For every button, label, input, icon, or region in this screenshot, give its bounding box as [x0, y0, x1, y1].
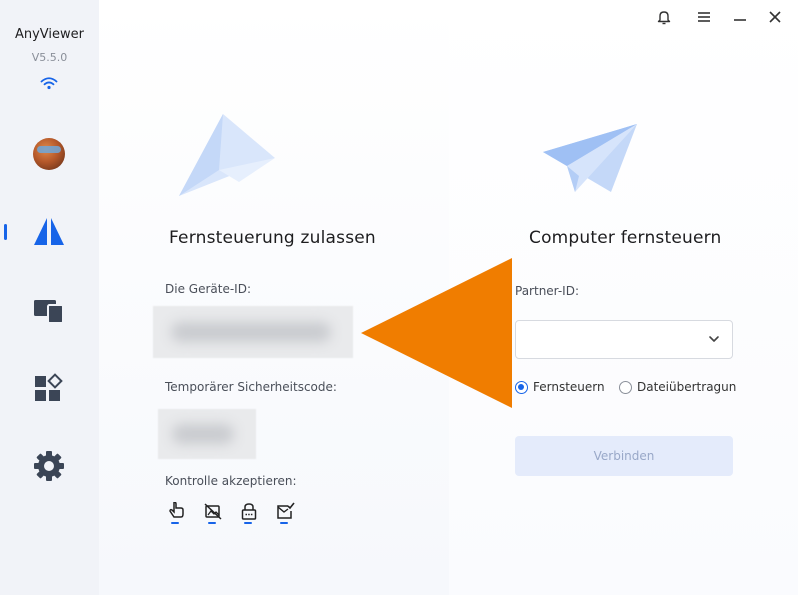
radio-dot — [515, 380, 528, 394]
control-option-mouse[interactable] — [166, 501, 186, 524]
chevron-down-icon[interactable] — [707, 332, 721, 346]
no-image-icon — [204, 503, 222, 520]
remote-control-panel: Computer fernsteuern Partner-ID: Fernste… — [449, 0, 798, 595]
app-version: V5.5.0 — [31, 51, 68, 64]
menu-button[interactable] — [692, 6, 716, 28]
gear-icon — [34, 451, 64, 481]
sidebar-item-settings[interactable] — [29, 446, 69, 486]
devices-icon — [34, 300, 64, 324]
lock-icon — [241, 503, 257, 520]
radio-dot — [619, 380, 632, 394]
control-option-mail[interactable] — [275, 502, 295, 524]
device-id-value — [153, 306, 353, 358]
minimize-button[interactable] — [728, 6, 752, 28]
apps-icon — [35, 373, 63, 401]
radio-file-transfer[interactable]: Dateiübertragun — [619, 380, 736, 394]
bell-icon — [657, 11, 671, 25]
notifications-button[interactable] — [652, 6, 676, 28]
device-id-label: Die Geräte-ID: — [165, 282, 251, 296]
close-icon — [769, 11, 781, 23]
paper-plane-illustration — [179, 114, 275, 196]
menu-icon — [698, 12, 710, 22]
partner-id-input[interactable] — [515, 320, 733, 359]
remote-control-title: Computer fernsteuern — [529, 228, 722, 248]
sidebar-item-remote-control[interactable] — [29, 212, 69, 252]
sidebar: AnyViewer V5.5.0 — [0, 0, 99, 595]
allow-remote-panel: Fernsteuerung zulassen Die Geräte-ID: Te… — [99, 0, 449, 595]
main-area: Fernsteuerung zulassen Die Geräte-ID: Te… — [99, 0, 798, 595]
anyviewer-logo-icon — [34, 218, 64, 245]
close-button[interactable] — [763, 6, 787, 28]
partner-id-label: Partner-ID: — [515, 284, 579, 298]
radio-label: Fernsteuern — [533, 380, 605, 394]
connect-button[interactable]: Verbinden — [515, 436, 733, 476]
mouse-hand-icon — [169, 501, 184, 518]
checked-mail-icon — [277, 502, 295, 519]
minimize-icon — [734, 19, 746, 21]
allow-remote-title: Fernsteuerung zulassen — [169, 228, 376, 248]
profile-avatar[interactable] — [33, 138, 65, 170]
sidebar-item-devices[interactable] — [29, 290, 69, 330]
active-nav-indicator — [4, 224, 7, 240]
paper-plane-illustration — [543, 124, 637, 192]
accept-control-label: Kontrolle akzeptieren: — [165, 474, 297, 488]
radio-label: Dateiübertragun — [637, 380, 737, 394]
temp-code-label: Temporärer Sicherheitscode: — [165, 380, 337, 394]
radio-remote-control[interactable]: Fernsteuern — [515, 380, 605, 394]
wifi-icon — [40, 77, 58, 90]
control-option-screen[interactable] — [203, 502, 223, 524]
app-name: AnyViewer — [14, 27, 85, 42]
control-option-lock[interactable] — [239, 502, 259, 524]
temp-code-value — [158, 409, 256, 459]
sidebar-item-apps[interactable] — [29, 368, 69, 408]
